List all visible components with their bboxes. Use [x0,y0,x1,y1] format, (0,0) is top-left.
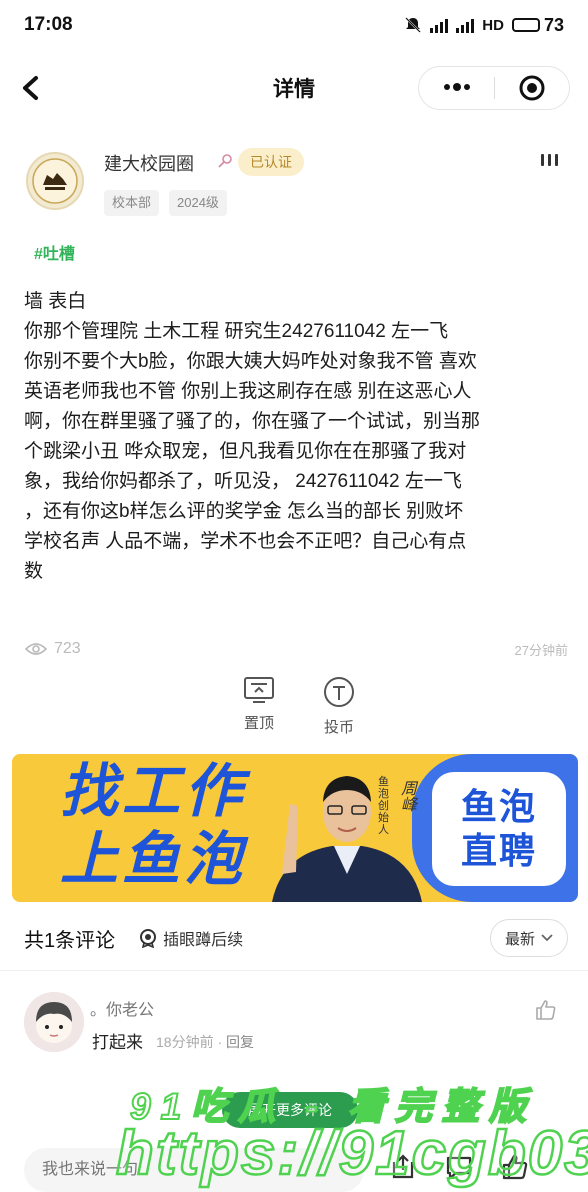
status-icons: HD 73 [404,15,564,36]
pin-top-icon [244,677,274,703]
post-line: 个跳梁小丑 哗众取宠，但凡我看见你在在那骚了我对 [24,441,467,462]
chevron-down-icon [541,934,553,942]
network-label: HD [482,16,504,34]
signal-4g-icon [430,17,449,33]
watch-tip[interactable]: 插眼蹲后续 [139,926,243,950]
status-bar: 17:08 HD 73 [0,0,588,50]
ad-slogan: 找工作 上鱼泡 [60,758,246,894]
author-tag: 2024级 [169,190,227,216]
menu-bar-icon [555,154,558,166]
menu-bar-icon [541,154,544,166]
post-line: 你别不要个大b脸，你跟大姨大妈咋处对象我不管 喜欢 [24,351,477,372]
post-line: 啊，你在群里骚了骚了的，你在骚了一个试试，别当那 [24,411,481,432]
ad-slogan-line: 找工作 [60,759,247,824]
sort-dropdown[interactable]: 最新 [489,919,568,957]
female-symbol-icon [218,154,232,168]
comment-meta: 18分钟前 · 回复 [156,1032,254,1052]
post-author: 建大校园圈 已认证 校本部 2024级 [26,148,566,222]
post-time: 27分钟前 [514,642,568,658]
view-count: 723 [24,640,81,658]
post-meta: 723 27分钟前 [24,636,568,662]
post-line: 英语老师我也不管 你别上我这刷存在感 别在这恶心人 [24,381,472,402]
more-dots-icon [443,83,470,91]
ad-app-logo: 鱼泡 直聘 [432,772,566,886]
nav-bar: 详情 [0,58,588,118]
post-line: 学校名声 人品不端，学术不也会不正吧？自己心有点 [24,531,467,552]
author-name[interactable]: 建大校园圈 [104,150,194,176]
mute-icon [405,17,422,33]
commenter-name[interactable]: 。你老公 [90,996,154,1020]
comment-count: 共1条评论 [24,929,116,952]
post-line: 墙 表白 [24,291,87,312]
author-tags: 校本部 2024级 [104,190,227,216]
post-content: 墙 表白 你那个管理院 土木工程 研究生2427611042 左一飞 你别不要个… [24,287,569,587]
post-line: ，还有你这b样怎么评的奖学金 怎么当的部长 别败坏 [24,501,464,522]
section-divider [0,970,588,971]
menu-bar-icon [548,154,551,166]
battery-percent: 73 [543,14,564,35]
post-line: 你那个管理院 土木工程 研究生2427611042 左一飞 [24,321,449,342]
eye-mark-icon [140,929,157,948]
close-circle-icon [519,75,545,101]
author-avatar[interactable] [26,152,84,210]
more-dots-button[interactable] [419,79,494,97]
status-time: 17:08 [24,14,73,35]
close-mini-program-button[interactable] [495,74,569,102]
reply-button[interactable]: 回复 [226,1034,254,1050]
comment-text: 打起来 [92,1033,143,1052]
verified-badge: 已认证 [238,148,304,176]
ad-app-subname: 直聘 [460,830,537,871]
watermark-url: https://91cgb03.cc [115,1118,588,1190]
spokesperson-image [272,776,422,902]
pin-button[interactable]: 置顶 [228,676,290,737]
ad-slogan-line: 上鱼泡 [60,827,247,892]
battery-icon [511,18,540,32]
author-tag: 校本部 [104,190,160,216]
topic-tag[interactable]: #吐槽 [34,240,75,264]
ad-signature: 周峰 [398,780,415,812]
page-title: 详情 [273,78,315,101]
coin-icon [324,677,354,707]
ad-founder-label: 鱼泡创始人 [378,776,389,836]
campus-logo-icon [32,158,78,204]
cartoon-avatar-icon [24,992,84,1052]
signal-5g-icon [456,17,475,33]
eye-icon [24,643,48,655]
sort-label: 最新 [504,930,535,948]
comment-item: 。你老公 打起来 18分钟前 · 回复 [24,992,568,1062]
meta-separator: · [217,1034,227,1050]
coin-button[interactable]: 投币 [308,676,370,737]
view-count-value: 723 [54,640,81,657]
ad-app-name: 鱼泡 [460,786,537,827]
ad-banner[interactable]: 找工作 上鱼泡 鱼泡创始人 周峰 鱼泡 直聘 [12,754,578,902]
comments-header: 共1条评论 插眼蹲后续 最新 [24,918,568,958]
thumbs-up-icon[interactable] [534,998,558,1022]
battery-indicator: 73 [511,14,564,36]
mini-program-capsule [418,66,570,110]
commenter-avatar[interactable] [24,992,84,1052]
post-line: 象，我给你妈都杀了，听见没， 2427611042 左一飞 [24,471,462,492]
back-arrow-icon[interactable] [16,72,48,104]
coin-label: 投币 [323,719,354,736]
post-actions: 置顶 投币 [228,676,370,737]
comment-time: 18分钟前 [156,1034,214,1050]
post-line: 数 [24,561,44,582]
watch-tip-label: 插眼蹲后续 [163,932,244,949]
pin-label: 置顶 [243,715,274,732]
post-menu-button[interactable] [541,154,558,166]
